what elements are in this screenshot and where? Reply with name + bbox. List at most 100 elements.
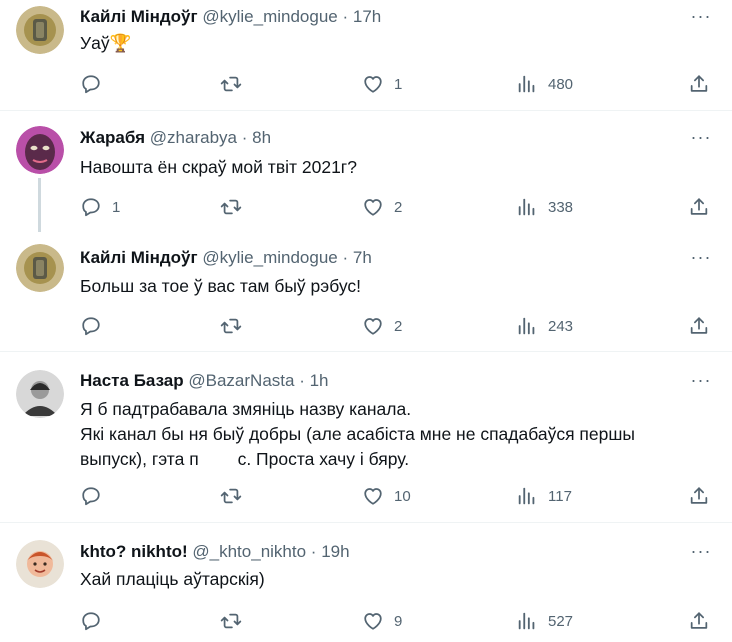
like-count: 9 — [394, 612, 403, 630]
retweet-button[interactable] — [220, 314, 252, 338]
views-icon — [516, 315, 538, 337]
share-icon — [688, 315, 710, 337]
avatar[interactable] — [16, 6, 64, 54]
views-button[interactable]: 527 — [516, 609, 573, 633]
timestamp[interactable]: 8h — [252, 128, 271, 147]
retweet-icon — [220, 196, 242, 218]
separator: · — [299, 371, 305, 390]
tweet-3[interactable]: Кайлі Міндоўг @kylie_mindogue · 7h ··· Б… — [0, 232, 732, 351]
tweet-2[interactable]: Жарабя @zharabya · 8h ··· Навошта ён скр… — [0, 111, 732, 232]
reply-icon — [80, 315, 102, 337]
views-button[interactable]: 480 — [516, 72, 573, 96]
like-count: 1 — [394, 75, 403, 93]
author-name[interactable]: khto? nikhto! — [80, 542, 188, 561]
retweet-button[interactable] — [220, 72, 252, 96]
avatar[interactable] — [16, 370, 64, 418]
reply-icon — [80, 73, 102, 95]
tweet-text-line: Я б падтрабавала змяніць назву канала. — [80, 399, 412, 419]
author-handle[interactable]: @kylie_mindogue — [202, 7, 337, 26]
reply-button[interactable] — [80, 484, 112, 508]
like-icon — [362, 196, 384, 218]
avatar[interactable] — [16, 126, 64, 174]
author-handle[interactable]: @zharabya — [150, 128, 237, 147]
view-count: 243 — [548, 317, 574, 335]
tweet-text: Больш за тое ў вас там быў рэбус! — [80, 276, 362, 296]
zharabya-avatar-image — [16, 126, 64, 174]
like-icon — [362, 610, 384, 632]
share-button[interactable] — [688, 195, 710, 219]
like-icon — [362, 485, 384, 507]
tweet-1[interactable]: Кайлі Міндоўг @kylie_mindogue · 17h ··· … — [0, 0, 732, 110]
avatar[interactable] — [16, 540, 64, 588]
like-button[interactable]: 2 — [362, 314, 402, 338]
tweet-text: Я б падтрабавала змяніць назву канала. Я… — [80, 397, 700, 472]
tweet-text-line: выпуск), гэта п с. Проста хачу і бяру. — [80, 449, 410, 469]
author-handle[interactable]: @BazarNasta — [188, 371, 294, 390]
view-count: 338 — [548, 198, 574, 216]
retweet-button[interactable] — [220, 484, 252, 508]
kylie-avatar-image — [16, 6, 64, 54]
more-icon[interactable]: ··· — [688, 371, 714, 394]
timestamp[interactable]: 7h — [353, 248, 372, 267]
share-icon — [688, 196, 710, 218]
separator: · — [241, 128, 248, 147]
like-button[interactable]: 1 — [362, 72, 402, 96]
tweet-text: Навошта ён скраў мой твіт 2021г? — [80, 157, 357, 177]
retweet-button[interactable] — [220, 195, 252, 219]
like-count: 2 — [394, 198, 403, 216]
like-icon — [362, 315, 384, 337]
view-count: 480 — [548, 75, 574, 93]
author-handle[interactable]: @kylie_mindogue — [202, 248, 337, 267]
reply-count: 1 — [112, 198, 121, 216]
share-button[interactable] — [688, 72, 710, 96]
like-count: 10 — [394, 487, 411, 505]
reply-button[interactable]: 1 — [80, 195, 120, 219]
views-button[interactable]: 338 — [516, 195, 573, 219]
views-icon — [516, 485, 538, 507]
more-icon[interactable]: ··· — [688, 248, 714, 271]
tweet-5[interactable]: khto? nikhto! @_khto_nikhto · 19h ··· Ха… — [0, 523, 732, 642]
tweet-text: Уаў🏆 — [80, 33, 132, 53]
retweet-icon — [220, 610, 242, 632]
separator: · — [310, 542, 317, 561]
author-name[interactable]: Кайлі Міндоўг — [80, 7, 198, 26]
like-button[interactable]: 10 — [362, 484, 411, 508]
author-handle[interactable]: @_khto_nikhto — [192, 542, 306, 561]
tweet-text: Хай плаціць аўтарскія) — [80, 569, 265, 589]
like-button[interactable]: 9 — [362, 609, 402, 633]
tweet-4[interactable]: Наста Базар @BazarNasta · 1h ··· Я б пад… — [0, 352, 732, 522]
author-name[interactable]: Жарабя — [80, 128, 145, 147]
author-name[interactable]: Кайлі Міндоўг — [80, 248, 198, 267]
reply-button[interactable] — [80, 609, 112, 633]
avatar[interactable] — [16, 244, 64, 292]
views-button[interactable]: 243 — [516, 314, 573, 338]
reply-icon — [80, 610, 102, 632]
retweet-button[interactable] — [220, 609, 252, 633]
timestamp[interactable]: 17h — [353, 7, 381, 26]
share-icon — [688, 610, 710, 632]
tweet-text-line: Які канал бы ня быў добры (але асабіста … — [80, 424, 635, 444]
share-icon — [688, 73, 710, 95]
reply-button[interactable] — [80, 72, 112, 96]
share-button[interactable] — [688, 314, 710, 338]
share-icon — [688, 485, 710, 507]
views-button[interactable]: 117 — [516, 484, 572, 508]
retweet-icon — [220, 73, 242, 95]
thread-line — [38, 178, 41, 232]
share-button[interactable] — [688, 609, 710, 633]
timestamp[interactable]: 1h — [310, 371, 329, 390]
reply-button[interactable] — [80, 314, 112, 338]
views-icon — [516, 610, 538, 632]
retweet-icon — [220, 315, 242, 337]
more-icon[interactable]: ··· — [688, 7, 714, 30]
more-icon[interactable]: ··· — [688, 128, 714, 151]
view-count: 527 — [548, 612, 574, 630]
more-icon[interactable]: ··· — [688, 542, 714, 565]
share-button[interactable] — [688, 484, 710, 508]
author-name[interactable]: Наста Базар — [80, 371, 184, 390]
timestamp[interactable]: 19h — [321, 542, 349, 561]
separator: · — [342, 7, 349, 26]
retweet-icon — [220, 485, 242, 507]
view-count: 117 — [548, 487, 572, 505]
like-button[interactable]: 2 — [362, 195, 402, 219]
